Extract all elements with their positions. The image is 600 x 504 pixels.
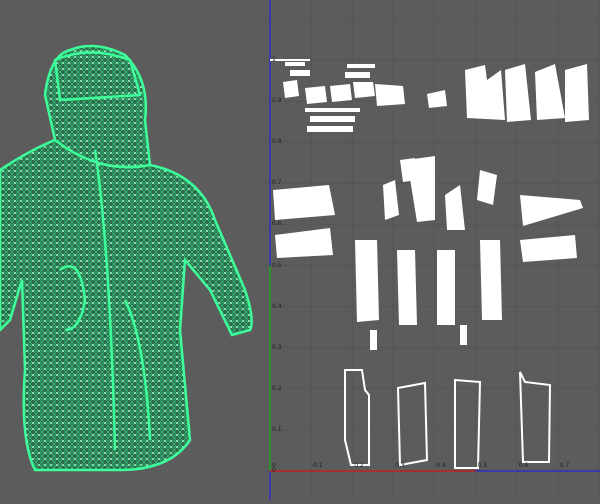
y-tick-label: 0.9 bbox=[272, 97, 282, 105]
uv-island bbox=[535, 64, 565, 120]
x-tick-label: 0.5 bbox=[477, 462, 488, 469]
uv-island bbox=[305, 86, 327, 104]
y-tick-label: 0.6 bbox=[272, 220, 282, 228]
uv-island bbox=[283, 80, 299, 98]
uv-island bbox=[383, 180, 399, 220]
uv-island bbox=[505, 64, 531, 122]
uv-island bbox=[310, 116, 355, 122]
uv-island bbox=[427, 90, 447, 108]
uv-island bbox=[445, 185, 465, 230]
y-tick-label: 1 bbox=[272, 56, 276, 63]
uv-island bbox=[330, 84, 352, 102]
uv-island bbox=[275, 228, 333, 258]
uv-island bbox=[285, 62, 305, 66]
y-tick-label: 0.5 bbox=[272, 261, 282, 269]
uv-island bbox=[437, 250, 455, 325]
uv-island bbox=[465, 65, 505, 120]
x-tick-label: 0.4 bbox=[436, 462, 446, 469]
uv-island bbox=[353, 82, 375, 98]
uv-island bbox=[477, 170, 497, 205]
uv-island bbox=[375, 84, 405, 106]
uv-island bbox=[520, 235, 577, 262]
uv-island bbox=[520, 195, 583, 226]
coat-wireframe bbox=[0, 44, 253, 472]
y-tick-label: 0.1 bbox=[272, 425, 282, 433]
uv-island-outline bbox=[454, 378, 482, 469]
x-tick-label: 0.7 bbox=[559, 462, 570, 469]
uv-island bbox=[307, 126, 353, 132]
y-tick-label: 0.3 bbox=[272, 343, 282, 351]
3d-viewport[interactable] bbox=[0, 0, 265, 500]
x-tick-label: 0.1 bbox=[313, 462, 323, 469]
y-tick-label: 0.4 bbox=[272, 302, 282, 310]
uv-island bbox=[407, 156, 435, 222]
y-tick-label: 0.7 bbox=[272, 179, 282, 187]
uv-island-outline bbox=[519, 371, 552, 463]
uv-island bbox=[305, 108, 360, 112]
uv-island bbox=[460, 325, 467, 345]
uv-island bbox=[355, 240, 379, 322]
coat-body bbox=[0, 44, 253, 472]
uv-island bbox=[480, 240, 502, 320]
uv-island bbox=[370, 330, 377, 350]
uv-grid bbox=[228, 0, 600, 500]
x-tick-label: 0 bbox=[272, 462, 276, 469]
x-tick-label: 0.2 bbox=[354, 462, 364, 469]
x-tick-label: 0.6 bbox=[518, 462, 529, 469]
uv-island bbox=[345, 72, 370, 78]
uv-island bbox=[273, 185, 335, 220]
uv-island-outline bbox=[396, 381, 429, 467]
uv-island-outline bbox=[344, 369, 370, 466]
uv-editor[interactable]: 1 0.9 0.8 0.7 0.6 0.5 0.4 0.3 0.2 0.1 0 0 0.1 0.2 0.3 0… bbox=[228, 0, 600, 500]
uv-island bbox=[397, 250, 417, 325]
uv-island bbox=[347, 64, 375, 68]
y-tick-label: 0.2 bbox=[272, 384, 282, 392]
y-tick-label: 0.8 bbox=[272, 138, 282, 146]
uv-island bbox=[290, 70, 310, 76]
x-tick-label: 0.3 bbox=[395, 462, 405, 469]
uv-island bbox=[565, 64, 589, 122]
